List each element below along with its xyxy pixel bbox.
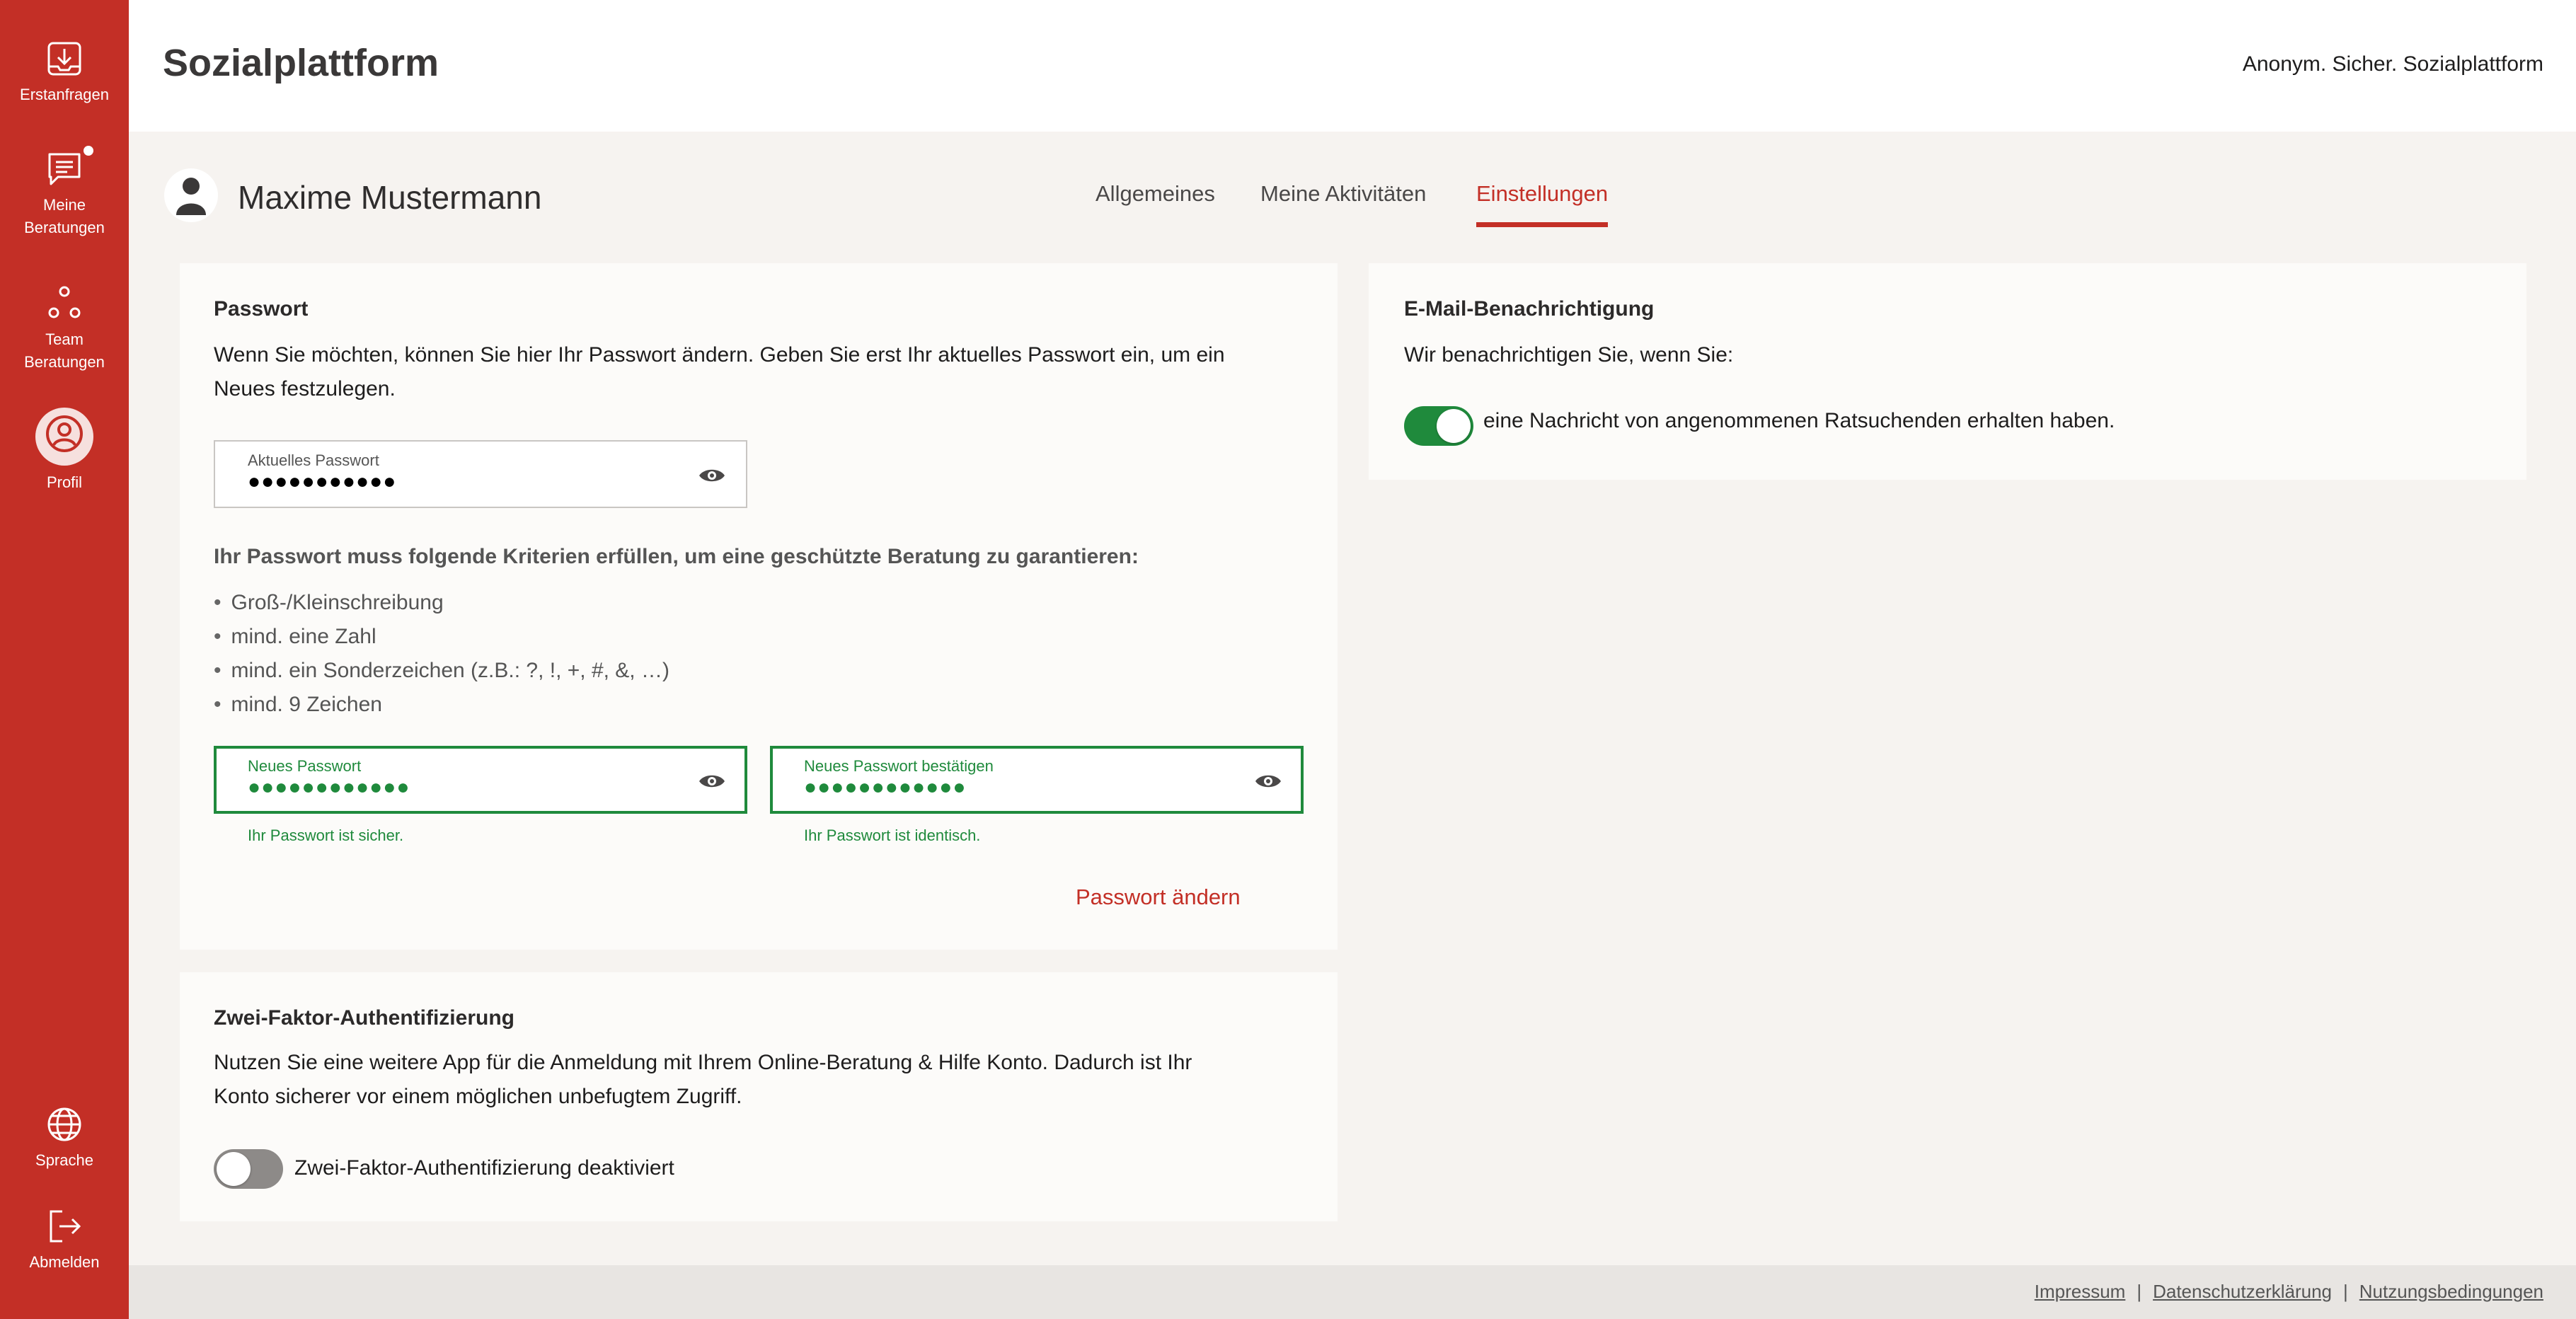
tagline: Anonym. Sicher. Sozialplattform — [2242, 52, 2543, 76]
email-card-title: E-Mail-Benachrichtigung — [1404, 297, 1655, 321]
twofa-toggle-label: Zwei-Faktor-Authentifizierung deaktivier… — [294, 1156, 674, 1180]
inbox-download-icon — [47, 42, 81, 76]
new-password-input[interactable]: ●●●●●●●●●●●● — [248, 776, 410, 800]
sidebar-item-erstanfragen[interactable]: Erstanfragen — [0, 40, 129, 106]
tab-meine-aktivitaeten[interactable]: Meine Aktivitäten — [1260, 181, 1426, 222]
criteria-item: mind. eine Zahl — [214, 620, 669, 654]
sidebar-item-label: Team — [45, 330, 84, 348]
confirm-password-hint: Ihr Passwort ist identisch. — [804, 826, 981, 844]
logout-icon — [50, 1210, 81, 1243]
eye-icon[interactable] — [1254, 771, 1282, 791]
footer: Impressum | Datenschutzerklärung | Nutzungsb… — [129, 1265, 2576, 1319]
footer-separator: | — [2137, 1281, 2142, 1302]
chat-icon — [48, 153, 81, 185]
twofa-description-line: Nutzen Sie eine weitere App für die Anme… — [214, 1051, 1192, 1074]
footer-links: Impressum | Datenschutzerklärung | Nutzungsb… — [2035, 1281, 2543, 1303]
twofa-description: Nutzen Sie eine weitere App für die Anme… — [214, 1046, 1192, 1114]
toggle-knob — [1437, 409, 1471, 443]
twofa-card-title: Zwei-Faktor-Authentifizierung — [214, 1006, 514, 1030]
eye-icon[interactable] — [698, 466, 726, 485]
header: Sozialplattform Anonym. Sicher. Sozialpl… — [129, 0, 2576, 132]
email-toggle-label: eine Nachricht von angenommenen Ratsuche… — [1483, 409, 2115, 432]
sidebar-item-sprache[interactable]: Sprache — [0, 1105, 129, 1172]
eye-icon[interactable] — [698, 771, 726, 791]
sidebar-item-label: Abmelden — [29, 1253, 100, 1271]
twofa-description-line: Konto sicherer vor einem möglichen unbef… — [214, 1085, 742, 1108]
datenschutz-link[interactable]: Datenschutzerklärung — [2153, 1281, 2332, 1302]
criteria-item: mind. ein Sonderzeichen (z.B.: ?, !, +, … — [214, 654, 669, 688]
confirm-password-label: Neues Passwort bestätigen — [804, 757, 994, 775]
tab-allgemeines[interactable]: Allgemeines — [1096, 181, 1215, 222]
password-description-line: Neues festzulegen. — [214, 377, 396, 401]
sidebar-item-label: Beratungen — [24, 353, 105, 371]
current-password-field[interactable]: Aktuelles Passwort ●●●●●●●●●●● — [214, 440, 747, 508]
user-circle-icon — [35, 408, 93, 466]
sidebar: Erstanfragen Meine Beratungen Team Berat… — [0, 0, 129, 1319]
criteria-heading: Ihr Passwort muss folgende Kriterien erf… — [214, 545, 1139, 568]
password-description-line: Wenn Sie möchten, können Sie hier Ihr Pa… — [214, 343, 1225, 367]
new-password-label: Neues Passwort — [248, 757, 362, 775]
confirm-password-input[interactable]: ●●●●●●●●●●●● — [804, 776, 966, 800]
globe-icon — [47, 1107, 81, 1141]
email-notification-card: E-Mail-Benachrichtigung Wir benachrichti… — [1369, 263, 2526, 480]
nutzungsbedingungen-link[interactable]: Nutzungsbedingungen — [2359, 1281, 2543, 1302]
sidebar-item-team-beratungen[interactable]: Team Beratungen — [0, 284, 129, 374]
sidebar-item-abmelden[interactable]: Abmelden — [0, 1207, 129, 1274]
email-card-description: Wir benachrichtigen Sie, wenn Sie: — [1404, 343, 1734, 367]
footer-separator: | — [2343, 1281, 2348, 1302]
new-password-hint: Ihr Passwort ist sicher. — [248, 826, 404, 844]
team-icon — [48, 286, 81, 318]
change-password-button[interactable]: Passwort ändern — [1076, 885, 1241, 910]
criteria-item: mind. 9 Zeichen — [214, 688, 669, 722]
sidebar-item-meine-beratungen[interactable]: Meine Beratungen — [0, 146, 129, 239]
app-title: Sozialplattform — [163, 42, 439, 84]
email-notification-toggle[interactable] — [1404, 406, 1473, 446]
current-password-label: Aktuelles Passwort — [248, 451, 379, 469]
password-description: Wenn Sie möchten, können Sie hier Ihr Pa… — [214, 338, 1225, 406]
twofa-card: Zwei-Faktor-Authentifizierung Nutzen Sie… — [180, 972, 1338, 1221]
sidebar-item-label: Erstanfragen — [20, 86, 109, 103]
unread-dot — [84, 146, 93, 156]
new-password-field[interactable]: Neues Passwort ●●●●●●●●●●●● — [214, 746, 747, 814]
user-avatar-icon — [176, 178, 206, 215]
criteria-item: Groß-/Kleinschreibung — [214, 586, 669, 620]
confirm-password-field[interactable]: Neues Passwort bestätigen ●●●●●●●●●●●● — [770, 746, 1304, 814]
sidebar-item-label: Beratungen — [24, 219, 105, 236]
sidebar-item-label: Profil — [46, 473, 83, 491]
password-card: Passwort Wenn Sie möchten, können Sie hi… — [180, 263, 1338, 950]
twofa-toggle[interactable] — [214, 1149, 283, 1189]
current-password-input[interactable]: ●●●●●●●●●●● — [248, 470, 396, 494]
toggle-knob — [217, 1152, 251, 1186]
tab-einstellungen[interactable]: Einstellungen — [1476, 181, 1609, 227]
sidebar-item-profil[interactable]: Profil — [0, 408, 129, 494]
avatar — [164, 168, 218, 222]
password-card-title: Passwort — [214, 297, 309, 321]
criteria-list: Groß-/Kleinschreibung mind. eine Zahl mi… — [214, 586, 669, 722]
impressum-link[interactable]: Impressum — [2035, 1281, 2126, 1302]
sidebar-item-label: Sprache — [35, 1151, 93, 1169]
sidebar-item-label: Meine — [43, 196, 86, 214]
user-name: Maxime Mustermann — [238, 179, 542, 216]
